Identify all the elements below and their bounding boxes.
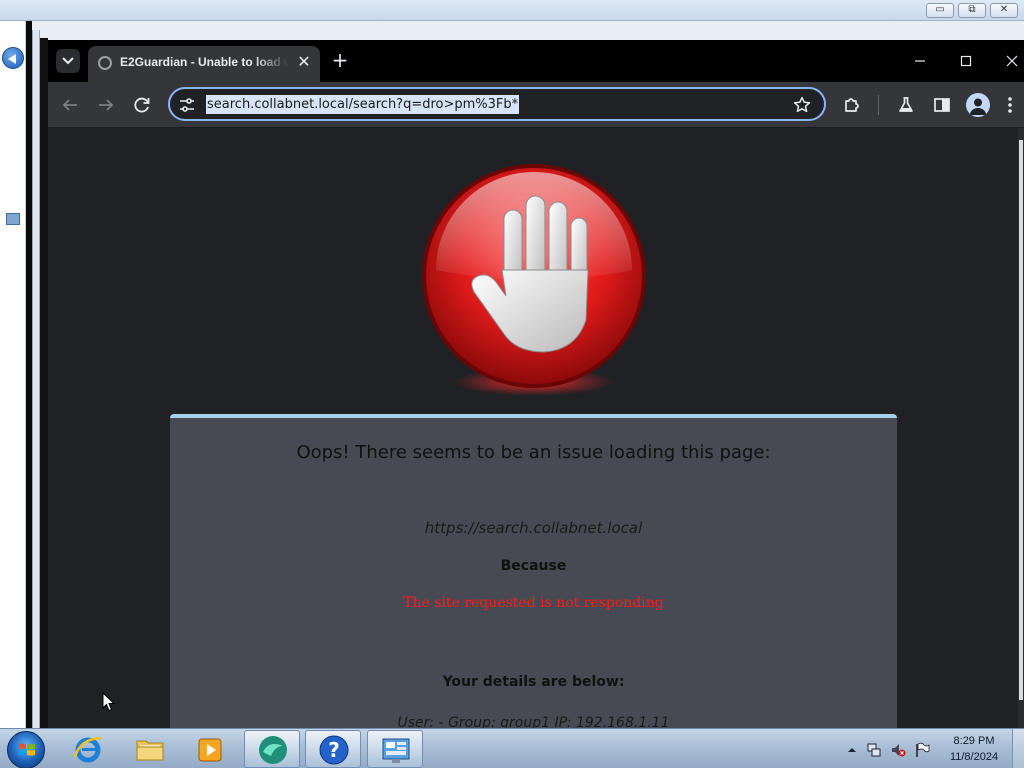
minimize-button[interactable]	[900, 46, 940, 76]
action-center-flag-icon[interactable]	[914, 742, 930, 758]
tab-search-button[interactable]	[56, 49, 80, 73]
reload-icon	[134, 97, 150, 113]
taskbar-media-player[interactable]	[182, 730, 238, 768]
taskbar-app-browser[interactable]	[244, 730, 300, 768]
page-content: Oops! There seems to be an issue loading…	[48, 128, 1018, 728]
show-hidden-icons-icon[interactable]	[844, 742, 860, 758]
taskbar-control-panel[interactable]	[367, 730, 423, 768]
ie-icon	[73, 736, 102, 763]
profile-icon	[970, 98, 986, 115]
reload-button[interactable]	[130, 93, 154, 117]
error-heading: Oops! There seems to be an issue loading…	[296, 442, 771, 463]
side-panel-button[interactable]	[930, 93, 954, 117]
arrow-left-icon	[62, 99, 77, 111]
close-icon	[1006, 55, 1018, 67]
star-icon	[793, 96, 811, 113]
tab-title: E2Guardian - Unable to load web page	[120, 55, 288, 69]
new-tab-button[interactable]: +	[328, 49, 352, 73]
puzzle-icon	[845, 98, 859, 112]
tab-active[interactable]: E2Guardian - Unable to load web page ✕	[88, 46, 320, 82]
site-info-button[interactable]	[178, 96, 196, 114]
arrow-right-icon	[99, 99, 114, 111]
address-bar[interactable]: search.collabnet.local/search?q=dro>pm%3…	[168, 87, 826, 121]
outer-minimize-button[interactable]: ▭	[926, 3, 954, 18]
outer-window-sidebar	[0, 21, 26, 728]
minimize-icon	[915, 60, 925, 62]
outer-window-titlebar: ▭ ⧉ ✕	[0, 0, 1024, 21]
volume-muted-icon[interactable]	[890, 742, 906, 758]
close-button[interactable]	[992, 46, 1024, 76]
globe-icon	[98, 56, 112, 70]
folder-icon	[136, 740, 164, 761]
help-icon: ?	[319, 735, 349, 765]
outer-computer-icon[interactable]	[6, 213, 20, 225]
details-heading: Your details are below:	[442, 674, 625, 690]
bookmark-button[interactable]	[792, 95, 812, 115]
outer-restore-button[interactable]: ⧉	[958, 3, 986, 18]
browser-window: E2Guardian - Unable to load web page ✕ +	[48, 40, 1024, 728]
back-button[interactable]	[58, 93, 82, 117]
maximize-button[interactable]	[946, 46, 986, 76]
system-clock[interactable]: 8:29 PM 11/8/2024	[940, 733, 1008, 765]
user-details: User: - Group: group1 IP: 192.168.1.11	[397, 715, 670, 728]
green-circle-app-icon	[259, 736, 287, 764]
tab-close-button[interactable]: ✕	[294, 52, 314, 72]
outer-close-button[interactable]: ✕	[990, 3, 1018, 18]
media-player-icon	[198, 738, 222, 762]
chevron-down-icon	[62, 57, 74, 65]
profile-button[interactable]	[966, 93, 990, 117]
taskbar-file-explorer[interactable]	[122, 730, 178, 768]
show-desktop-button[interactable]	[1012, 729, 1024, 768]
tab-strip: E2Guardian - Unable to load web page ✕ +	[48, 40, 1024, 82]
scrollbar-thumb[interactable]	[1019, 140, 1023, 700]
windows-logo-icon	[19, 743, 35, 756]
url-text[interactable]: search.collabnet.local/search?q=dro>pm%3…	[206, 95, 520, 114]
svg-text:?: ?	[328, 738, 340, 762]
maximize-icon	[960, 55, 972, 67]
toolbar-separator	[878, 95, 879, 115]
mouse-cursor-icon	[102, 692, 116, 712]
forward-button[interactable]	[94, 93, 118, 117]
flask-icon	[899, 97, 913, 112]
side-panel-icon	[934, 98, 950, 112]
kebab-menu-icon	[1008, 97, 1012, 113]
taskbar: ? 8:29 PM 11/8/2024	[0, 728, 1024, 768]
taskbar-internet-explorer[interactable]	[60, 730, 116, 768]
clock-date: 11/8/2024	[949, 751, 999, 763]
labs-button[interactable]	[894, 93, 918, 117]
network-icon[interactable]	[866, 742, 882, 758]
because-label: Because	[500, 558, 567, 574]
error-reason: The site requested is not responding	[403, 595, 664, 611]
control-panel-icon	[382, 738, 410, 763]
stop-hand-icon	[422, 164, 646, 396]
window-frame	[32, 30, 40, 728]
browser-toolbar: search.collabnet.local/search?q=dro>pm%3…	[48, 82, 1024, 128]
start-button[interactable]	[7, 731, 45, 768]
error-card: Oops! There seems to be an issue loading…	[170, 414, 897, 728]
extensions-button[interactable]	[840, 93, 864, 117]
clock-time: 8:29 PM	[953, 735, 995, 747]
menu-button[interactable]	[1002, 93, 1018, 117]
outer-back-icon[interactable]	[2, 47, 24, 69]
taskbar-help[interactable]: ?	[305, 730, 361, 768]
blocked-url: https://search.collabnet.local	[424, 519, 643, 537]
window-frame	[40, 38, 48, 728]
tune-icon	[180, 98, 194, 112]
